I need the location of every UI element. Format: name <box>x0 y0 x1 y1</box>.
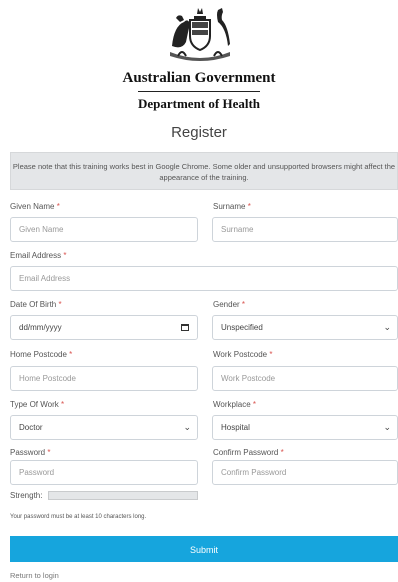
given-name-label: Given Name * <box>10 202 60 211</box>
work-postcode-placeholder: Work Postcode <box>221 374 276 383</box>
header-divider <box>138 91 260 92</box>
given-name-placeholder: Given Name <box>19 225 64 234</box>
confirm-password-input[interactable]: Confirm Password <box>212 460 398 485</box>
password-input[interactable]: Password <box>10 460 198 485</box>
chevron-down-icon: ⌄ <box>383 322 391 332</box>
workplace-select[interactable]: Hospital ⌄ <box>212 415 398 440</box>
surname-input[interactable]: Surname <box>212 217 398 242</box>
surname-label: Surname * <box>213 202 251 211</box>
calendar-icon[interactable] <box>181 324 189 331</box>
password-hint: Your password must be at least 10 charac… <box>10 514 147 520</box>
type-of-work-label: Type Of Work * <box>10 400 65 409</box>
gender-label: Gender * <box>213 300 246 309</box>
browser-notice: Please note that this training works bes… <box>10 152 398 190</box>
workplace-label: Workplace * <box>213 400 257 409</box>
home-postcode-input[interactable]: Home Postcode <box>10 366 198 391</box>
password-label: Password * <box>10 448 51 457</box>
chevron-down-icon: ⌄ <box>183 422 191 432</box>
gender-value: Unspecified <box>221 323 263 332</box>
gender-select[interactable]: Unspecified ⌄ <box>212 315 398 340</box>
work-postcode-input[interactable]: Work Postcode <box>212 366 398 391</box>
dob-value: dd/mm/yyyy <box>19 323 62 332</box>
workplace-value: Hospital <box>221 423 250 432</box>
dob-input[interactable]: dd/mm/yyyy <box>10 315 198 340</box>
submit-button[interactable]: Submit <box>10 536 398 562</box>
email-placeholder: Email Address <box>19 274 71 283</box>
work-postcode-label: Work Postcode * <box>213 350 273 359</box>
coat-of-arms-icon <box>170 8 230 61</box>
surname-placeholder: Surname <box>221 225 254 234</box>
department-title: Department of Health <box>137 96 261 111</box>
home-postcode-label: Home Postcode * <box>10 350 73 359</box>
confirm-password-placeholder: Confirm Password <box>221 468 287 477</box>
page-title: Register <box>171 124 227 141</box>
given-name-input[interactable]: Given Name <box>10 217 198 242</box>
password-strength-meter <box>48 491 198 500</box>
confirm-password-label: Confirm Password * <box>213 448 284 457</box>
email-label: Email Address * <box>10 251 67 260</box>
return-to-login-link[interactable]: Return to login <box>10 571 59 580</box>
type-of-work-value: Doctor <box>19 423 43 432</box>
strength-label: Strength: <box>10 491 43 500</box>
email-input[interactable]: Email Address <box>10 266 398 291</box>
government-title: Australian Government <box>122 70 276 86</box>
dob-label: Date Of Birth * <box>10 300 62 309</box>
chevron-down-icon: ⌄ <box>383 422 391 432</box>
type-of-work-select[interactable]: Doctor ⌄ <box>10 415 198 440</box>
home-postcode-placeholder: Home Postcode <box>19 374 76 383</box>
password-placeholder: Password <box>19 468 55 477</box>
